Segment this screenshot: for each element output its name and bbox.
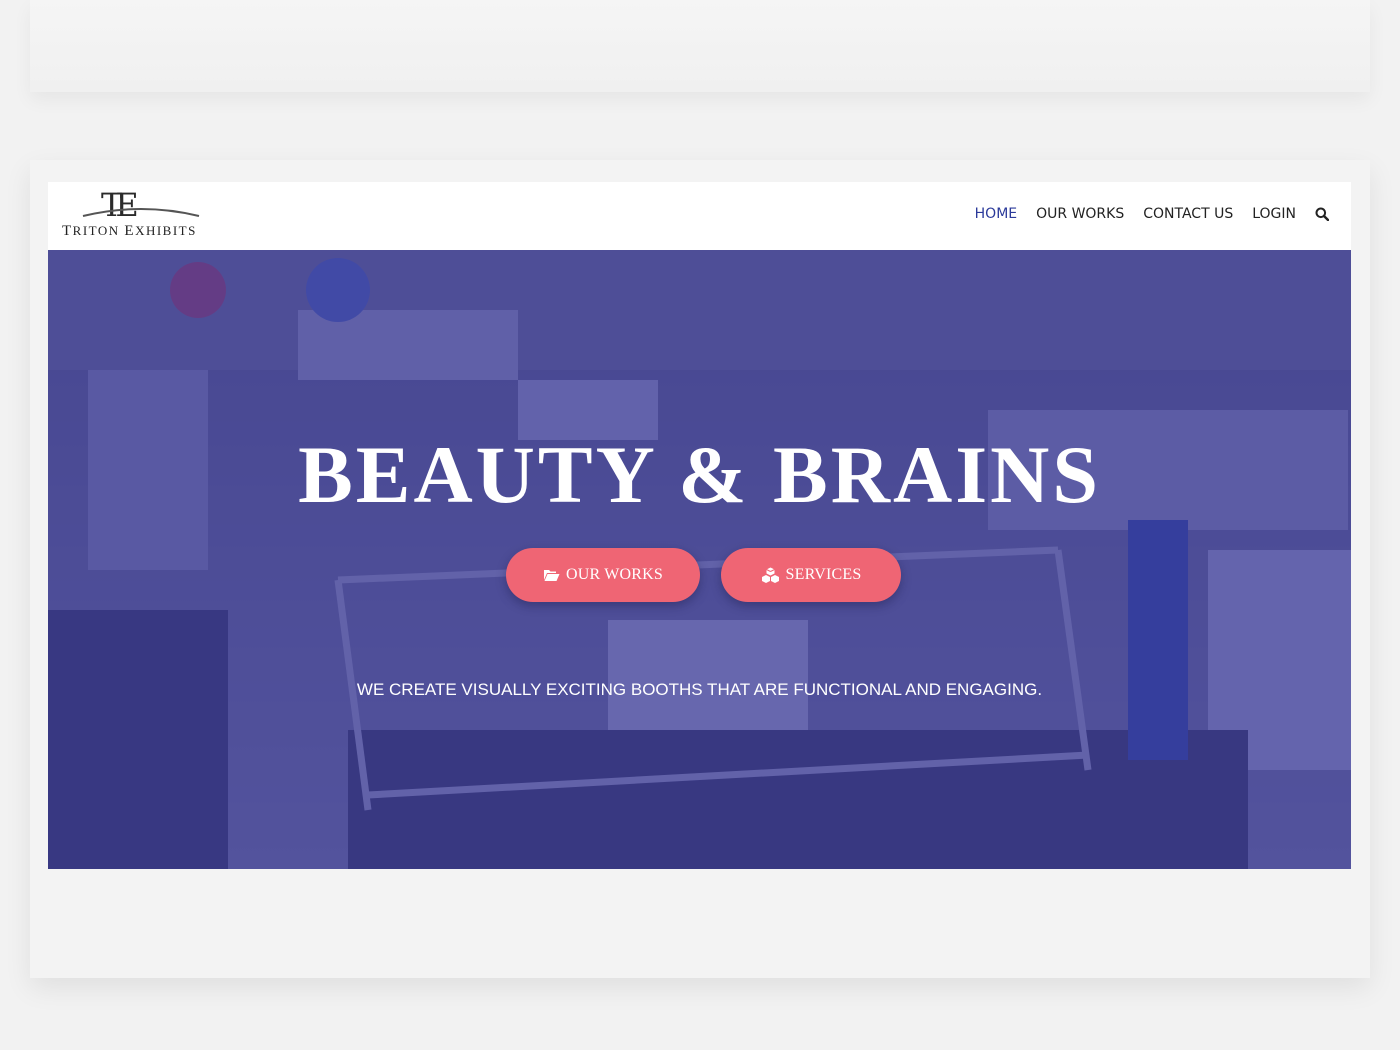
services-button-label: SERVICES	[785, 566, 862, 583]
cubes-icon	[761, 567, 779, 583]
logo-wordmark: TRITON EXHIBITS	[62, 223, 197, 239]
services-button[interactable]: SERVICES	[721, 548, 901, 602]
main-nav: HOME OUR WORKS CONTACT US LOGIN	[956, 206, 1329, 222]
nav-home[interactable]: HOME	[975, 206, 1017, 222]
nav-login[interactable]: LOGIN	[1252, 206, 1296, 222]
hero-tagline: WE CREATE VISUALLY EXCITING BOOTHS THAT …	[356, 680, 1043, 699]
hero-color-overlay	[48, 250, 1351, 869]
logo-monogram: TE	[101, 186, 139, 224]
search-icon[interactable]	[1315, 207, 1329, 221]
website: TE TRITON EXHIBITS HOME OUR WORKS CONTAC…	[48, 182, 1351, 869]
hero-headline: BEAUTY & BRAINS	[298, 429, 1101, 520]
hero-banner: BEAUTY & BRAINS OUR WORKS SERVICES WE CR…	[48, 250, 1351, 869]
nav-our-works[interactable]: OUR WORKS	[1036, 206, 1124, 222]
our-works-button[interactable]: OUR WORKS	[506, 548, 700, 602]
folder-open-icon	[543, 569, 560, 581]
nav-contact-us[interactable]: CONTACT US	[1143, 206, 1233, 222]
logo-swoosh-icon	[82, 208, 200, 217]
background-panel-top	[30, 0, 1370, 92]
site-header: TE TRITON EXHIBITS HOME OUR WORKS CONTAC…	[48, 182, 1351, 250]
our-works-button-label: OUR WORKS	[565, 566, 664, 583]
triton-exhibits-logo[interactable]: TE TRITON EXHIBITS	[61, 186, 236, 240]
